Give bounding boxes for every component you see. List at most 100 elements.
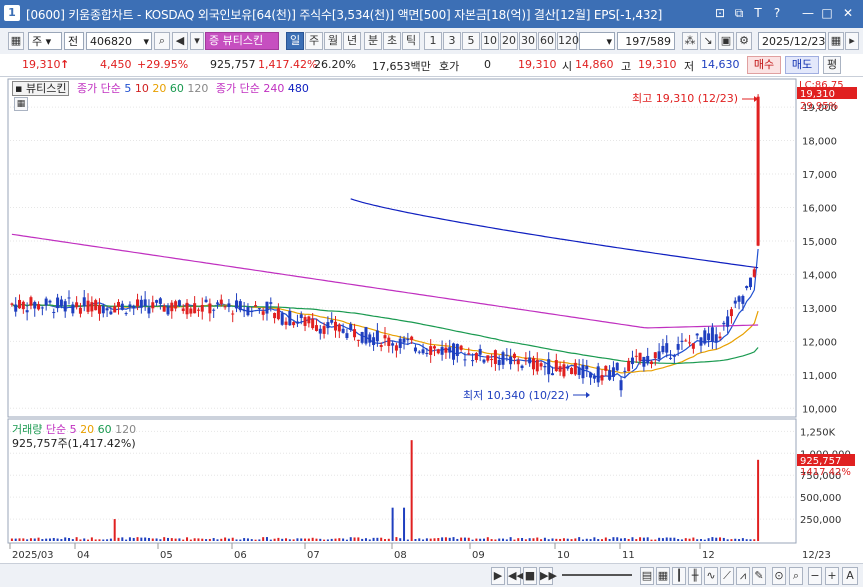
rewind-icon[interactable]: ◀◀ [507,567,525,585]
link-icon[interactable]: ⊡ [712,5,728,21]
buy-button[interactable]: 매수 [747,56,781,74]
speaker-icon[interactable]: ◀ [172,32,188,50]
volume-bar [349,537,352,541]
volume-bar [513,539,516,541]
interval-button[interactable]: 3 [443,32,461,50]
candle-body [196,309,200,311]
dropdown-icon[interactable]: ▾ [190,32,204,50]
volume-bar [205,539,208,541]
stock-code-input[interactable]: 406820 ▾ [86,32,152,50]
volume-bar [540,539,543,541]
split-icon[interactable]: ▦ [656,567,670,585]
close-button[interactable]: ✕ [840,5,856,21]
volume-bar [353,537,356,541]
line-icon[interactable]: ∿ [704,567,718,585]
mountain-icon[interactable]: ⩘ [736,567,750,585]
minimize-button[interactable]: — [800,5,816,21]
candle-icon[interactable]: ┃ [672,567,686,585]
stock-name-tag[interactable]: ▪ 뷰티스킨 [12,81,70,96]
volume-bar [581,539,584,541]
font-size-icon[interactable]: A [842,567,858,585]
sell-button[interactable]: 매도 [785,56,819,74]
interval-custom-input[interactable]: ▾ [579,32,615,50]
volume-bar [254,539,257,541]
volume-bar [79,539,82,541]
volume-bar [406,539,409,541]
trend-icon[interactable]: ↘ [700,32,716,50]
candle-body [729,309,733,317]
period-tick-button[interactable]: 틱 [402,32,420,50]
candle-body [421,349,425,354]
candle-body [741,295,745,304]
chart-area[interactable]: 19,000 18,000 17,000 16,000 15,000 14,000 13,0… [0,77,863,586]
interval-button[interactable]: 1 [424,32,442,50]
maximize-button[interactable]: □ [819,5,835,21]
volume-bar [361,538,364,541]
candle-body [501,352,505,365]
chart-canvas[interactable]: 19,00018,00017,00016,00015,00014,00013,0… [0,77,863,563]
draw-icon[interactable]: ✎ [752,567,766,585]
table-icon[interactable]: ▦ [14,97,28,111]
period-minute-button[interactable]: 분 [364,32,382,50]
candle-body [166,306,170,315]
interval-button[interactable]: 30 [519,32,537,50]
compare-icon[interactable]: ⁂ [682,32,698,50]
period-year-button[interactable]: 년 [343,32,361,50]
candle-body [410,336,414,341]
interval-button[interactable]: 60 [538,32,556,50]
open-label: 시 [562,60,573,73]
candle-body [29,297,33,306]
stop-icon[interactable]: ■ [523,567,537,585]
interval-button[interactable]: 20 [500,32,518,50]
zoom-icon[interactable]: ⌕ [789,567,803,585]
zoom-out-icon[interactable]: − [808,567,822,585]
help-icon[interactable]: ? [769,5,785,21]
layout-icon[interactable]: ▤ [640,567,654,585]
text-icon[interactable]: T [750,5,766,21]
trend-line-icon[interactable]: ⟋ [720,567,734,585]
save-icon[interactable]: ▣ [718,32,734,50]
search-icon[interactable]: ⌕ [154,32,170,50]
scroll-right-icon[interactable]: ▸ [845,32,859,50]
ma480-label: 480 [287,82,309,95]
scroll-slider[interactable] [562,574,632,576]
forward-icon[interactable]: ▶▶ [539,567,557,585]
volume-bar [757,459,760,541]
grid-menu-icon[interactable]: ▦ [8,32,24,50]
date-input[interactable]: 2025/12/23 [758,32,826,50]
volume-bar [528,538,531,541]
volume-bar [631,537,634,541]
volume-bar [688,538,691,541]
candle-body [337,324,341,332]
bar-icon[interactable]: ╫ [688,567,702,585]
ma20-label: 20 [152,82,167,95]
volume-bar [384,539,386,541]
period-month-button[interactable]: 월 [324,32,342,50]
period-week-button[interactable]: 주 [305,32,323,50]
price-change: 4,450 [100,58,132,71]
candle-body [459,345,463,350]
copy-window-icon[interactable]: ⧉ [731,5,747,21]
eval-button[interactable]: 평 [823,56,841,74]
zoom-reset-icon[interactable]: ⊙ [772,567,786,585]
candle-body [90,302,94,312]
candle-body [105,308,109,311]
count-input[interactable]: 197/589 [617,32,675,50]
settings-gear-icon[interactable]: ⚙ [736,32,752,50]
period-second-button[interactable]: 초 [383,32,401,50]
period-day-button[interactable]: 일 [286,32,304,50]
interval-button[interactable]: 120 [557,32,579,50]
interval-button[interactable]: 5 [462,32,480,50]
market-select[interactable]: 전 [64,32,84,50]
volume-bar [197,538,200,541]
interval-button[interactable]: 10 [481,32,499,50]
candle-body [295,321,299,324]
calendar-icon[interactable]: ▦ [828,32,844,50]
candle-body [235,300,239,309]
period-type-select[interactable]: 주 ▾ [28,32,62,50]
candle-body [280,313,284,325]
zoom-in-icon[interactable]: + [825,567,839,585]
play-icon[interactable]: ▶ [491,567,505,585]
volume-bar [543,537,546,541]
volume-bar [425,538,428,541]
